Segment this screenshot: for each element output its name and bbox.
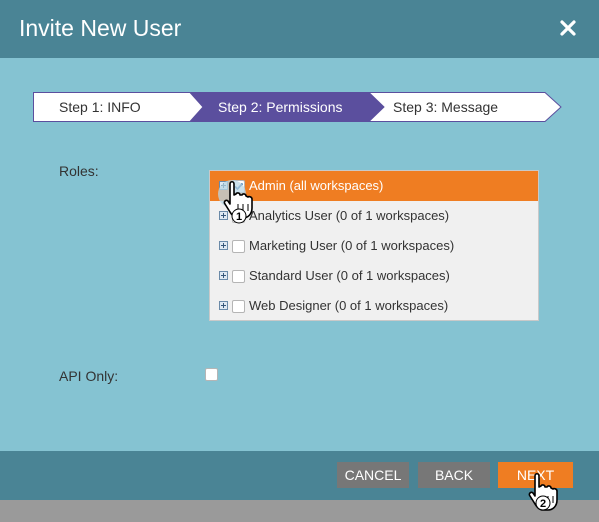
role-checkbox-standard-user[interactable] [232,270,245,283]
expand-icon[interactable] [219,271,228,280]
wizard-step-2[interactable]: Step 2: Permissions [190,92,384,122]
dialog-title: Invite New User [19,15,182,41]
dialog-footer: CANCEL BACK NEXT [0,451,599,500]
roles-label: Roles: [59,163,99,179]
wizard-steps: Step 1: INFO Step 2: Permissions Step 3:… [33,92,562,122]
api-only-label: API Only: [59,368,119,384]
step-marker-2: 2 [535,495,551,511]
dialog-header: Invite New User [0,0,599,58]
role-label-web-designer: Web Designer (0 of 1 workspaces) [249,298,449,313]
step-marker-1: 1 [231,208,247,224]
step-marker-1-label: 1 [236,211,242,223]
role-label-standard-user: Standard User (0 of 1 workspaces) [249,268,450,283]
invite-user-dialog: Invite New User Step 1: INFO Step 2: Per… [0,0,599,500]
role-row-web-designer[interactable]: Web Designer (0 of 1 workspaces) [210,291,538,321]
cancel-button[interactable]: CANCEL [337,462,409,488]
role-label-analytics-user: Analytics User (0 of 1 workspaces) [249,208,450,223]
expand-icon[interactable] [219,301,228,310]
role-checkbox-marketing-user[interactable] [232,240,245,253]
role-label-admin: Admin (all workspaces) [249,178,384,193]
wizard-step-1[interactable]: Step 1: INFO [33,92,204,122]
role-row-marketing-user[interactable]: Marketing User (0 of 1 workspaces) [210,231,538,261]
role-label-marketing-user: Marketing User (0 of 1 workspaces) [249,238,455,253]
wizard-step-1-label: Step 1: INFO [59,99,141,115]
role-checkbox-web-designer[interactable] [232,300,245,313]
back-button[interactable]: BACK [418,462,490,488]
step-marker-2-label: 2 [540,498,546,510]
api-only-checkbox[interactable] [205,368,218,381]
close-icon[interactable] [558,18,578,38]
wizard-step-3[interactable]: Step 3: Message [367,92,562,122]
role-row-standard-user[interactable]: Standard User (0 of 1 workspaces) [210,261,538,291]
wizard-step-2-label: Step 2: Permissions [218,99,343,115]
wizard-step-3-label: Step 3: Message [393,99,498,115]
expand-icon[interactable] [219,241,228,250]
